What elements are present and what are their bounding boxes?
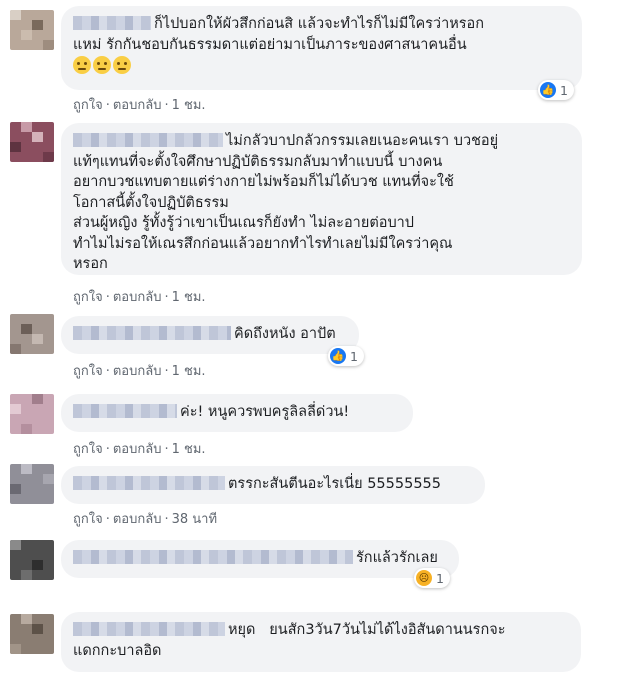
- comment-bubble: ค่ะ! หนูควรพบครูลิลลี่ด่วน!: [61, 394, 413, 432]
- commenter-name[interactable]: [73, 326, 231, 340]
- reaction-count: 1: [560, 82, 568, 98]
- commenter-name[interactable]: [73, 476, 225, 490]
- comment-text: ไม่กลัวบาปกลัวกรรมเลยเนอะคนเรา บวชอยู่ แ…: [73, 133, 499, 272]
- comment-actions: ถูกใจ · ตอบกลับ · 1 ชม.: [73, 290, 206, 305]
- comment-bubble: หยุด ยนสัก3วัน7วันไม่ได้ไงอิสันดานนรกจะ …: [61, 612, 581, 672]
- comment-timestamp[interactable]: 1 ชม.: [172, 290, 206, 305]
- comment-text: รักแล้วรักเลย: [356, 550, 438, 566]
- comment-actions: ถูกใจ · ตอบกลับ · 38 นาที: [73, 512, 218, 527]
- avatar[interactable]: [10, 540, 54, 580]
- comment-text: ตรรกะสันตีนอะไรเนี่ย 55555555: [228, 476, 442, 492]
- comment-bubble: คิดถึงหนัง อาปัต: [61, 316, 359, 354]
- commenter-name[interactable]: [73, 550, 353, 564]
- comment-actions: ถูกใจ · ตอบกลับ · 1 ชม.: [73, 98, 206, 113]
- like-reaction-icon: 👍: [330, 348, 346, 364]
- commenter-name[interactable]: [73, 133, 223, 147]
- like-link[interactable]: ถูกใจ: [73, 290, 103, 305]
- reply-link[interactable]: ตอบกลับ: [113, 364, 162, 379]
- comment-timestamp[interactable]: 1 ชม.: [172, 442, 206, 457]
- like-link[interactable]: ถูกใจ: [73, 512, 103, 527]
- reaction-summary[interactable]: 👍 1: [328, 346, 364, 366]
- comment-timestamp[interactable]: 1 ชม.: [172, 364, 206, 379]
- avatar[interactable]: [10, 464, 54, 504]
- like-link[interactable]: ถูกใจ: [73, 364, 103, 379]
- rolling-eyes-emoji-icon: [113, 56, 131, 74]
- comment-bubble: ก็ไปบอกให้ผัวสึกก่อนสิ แล้วจะทำไรก็ไม่มี…: [61, 6, 582, 90]
- reply-link[interactable]: ตอบกลับ: [113, 442, 162, 457]
- sad-reaction-icon: ☹: [416, 570, 432, 586]
- avatar[interactable]: [10, 614, 54, 654]
- reply-link[interactable]: ตอบกลับ: [113, 512, 162, 527]
- like-reaction-icon: 👍: [540, 82, 556, 98]
- comment-text: คิดถึงหนัง อาปัต: [234, 326, 336, 342]
- reaction-count: 1: [350, 348, 358, 364]
- like-link[interactable]: ถูกใจ: [73, 98, 103, 113]
- comment-text: ค่ะ! หนูควรพบครูลิลลี่ด่วน!: [180, 404, 350, 420]
- rolling-eyes-emoji-icon: [73, 56, 91, 74]
- like-link[interactable]: ถูกใจ: [73, 442, 103, 457]
- reaction-summary[interactable]: ☹ 1: [414, 568, 450, 588]
- avatar[interactable]: [10, 394, 54, 434]
- comment-actions: ถูกใจ · ตอบกลับ · 1 ชม.: [73, 364, 206, 379]
- avatar[interactable]: [10, 314, 54, 354]
- reaction-summary[interactable]: 👍 1: [538, 80, 574, 100]
- avatar[interactable]: [10, 122, 54, 162]
- avatar[interactable]: [10, 10, 54, 50]
- commenter-name[interactable]: [73, 16, 151, 30]
- comment-timestamp[interactable]: 1 ชม.: [172, 98, 206, 113]
- comment-actions: ถูกใจ · ตอบกลับ · 1 ชม.: [73, 442, 206, 457]
- commenter-name[interactable]: [73, 622, 225, 636]
- rolling-eyes-emoji-icon: [93, 56, 111, 74]
- commenter-name[interactable]: [73, 404, 177, 418]
- comment-bubble: ไม่กลัวบาปกลัวกรรมเลยเนอะคนเรา บวชอยู่ แ…: [61, 123, 582, 275]
- comment-bubble: รักแล้วรักเลย: [61, 540, 459, 578]
- comment-timestamp[interactable]: 38 นาที: [172, 512, 217, 527]
- reply-link[interactable]: ตอบกลับ: [113, 98, 162, 113]
- comment-bubble: ตรรกะสันตีนอะไรเนี่ย 55555555: [61, 466, 485, 504]
- reply-link[interactable]: ตอบกลับ: [113, 290, 162, 305]
- reaction-count: 1: [436, 570, 444, 586]
